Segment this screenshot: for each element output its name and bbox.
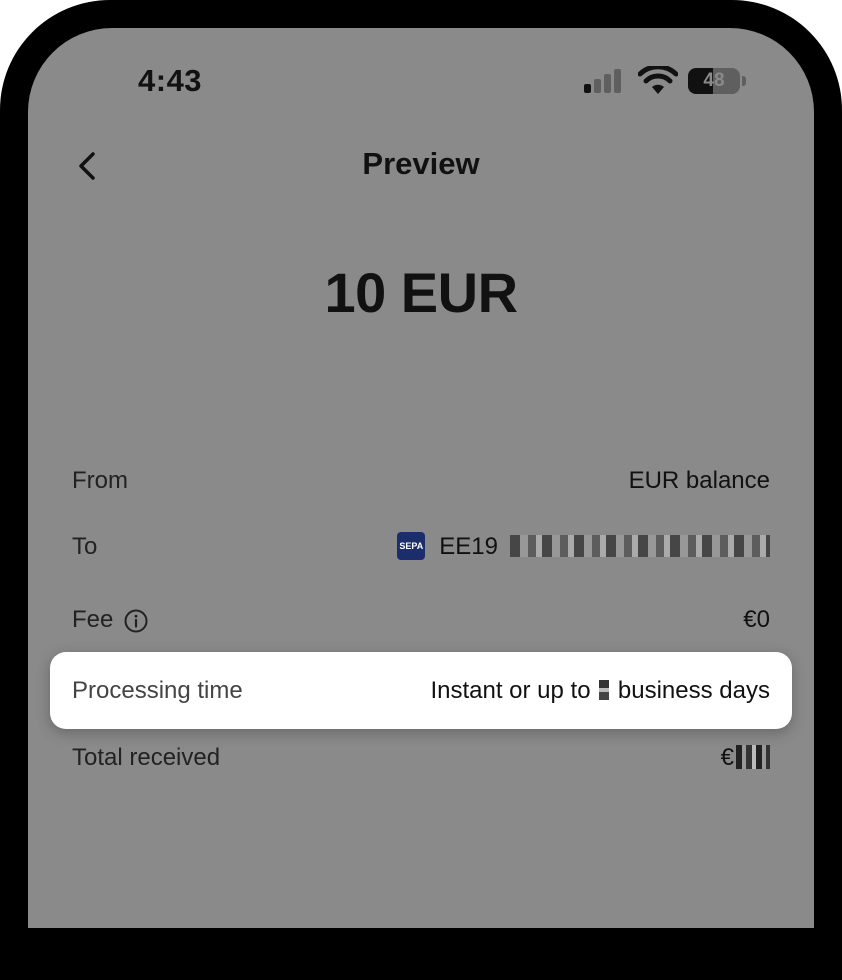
from-row: From EUR balance — [72, 461, 770, 501]
to-label: To — [72, 533, 98, 560]
status-time: 4:43 — [138, 63, 203, 98]
status-bar: 4:43 48 — [28, 28, 814, 138]
total-received-value-wrapper: € — [721, 738, 770, 778]
processing-time-card: Processing time Instant or up to busines… — [50, 652, 792, 729]
fee-label: Fee — [72, 606, 114, 633]
from-value: EUR balance — [628, 467, 770, 494]
cellular-signal-icon — [584, 69, 626, 93]
total-received-row: Total received € — [72, 738, 770, 778]
to-row: To SEPA EE19 — [72, 527, 770, 567]
sepa-icon: SEPA — [397, 531, 426, 560]
screen: 4:43 48 Preview 10 EUR From EUR balance … — [28, 28, 814, 928]
total-received-value: € — [720, 744, 734, 771]
from-label: From — [72, 467, 128, 494]
battery-tip — [742, 76, 746, 86]
redacted-amount — [736, 744, 770, 769]
redacted-days — [599, 679, 610, 700]
fee-row: Fee €0 — [72, 600, 770, 640]
processing-time-value: Instant or up to business days — [430, 652, 770, 729]
total-received-label: Total received — [72, 744, 221, 771]
processing-time-suffix: business days — [617, 677, 770, 704]
to-iban: EE19 — [439, 533, 498, 560]
wifi-icon — [638, 66, 678, 94]
transfer-amount: 10 EUR — [324, 261, 518, 324]
fee-value: €0 — [743, 606, 770, 633]
info-icon[interactable] — [124, 609, 148, 633]
battery-icon: 48 — [688, 68, 740, 94]
processing-time-prefix: Instant or up to — [430, 677, 591, 704]
processing-time-label: Processing time — [72, 677, 243, 704]
redacted-iban — [510, 534, 770, 557]
battery-percentage: 48 — [703, 70, 725, 91]
to-value-wrapper: SEPA EE19 — [397, 527, 770, 567]
page-title: Preview — [362, 146, 480, 181]
